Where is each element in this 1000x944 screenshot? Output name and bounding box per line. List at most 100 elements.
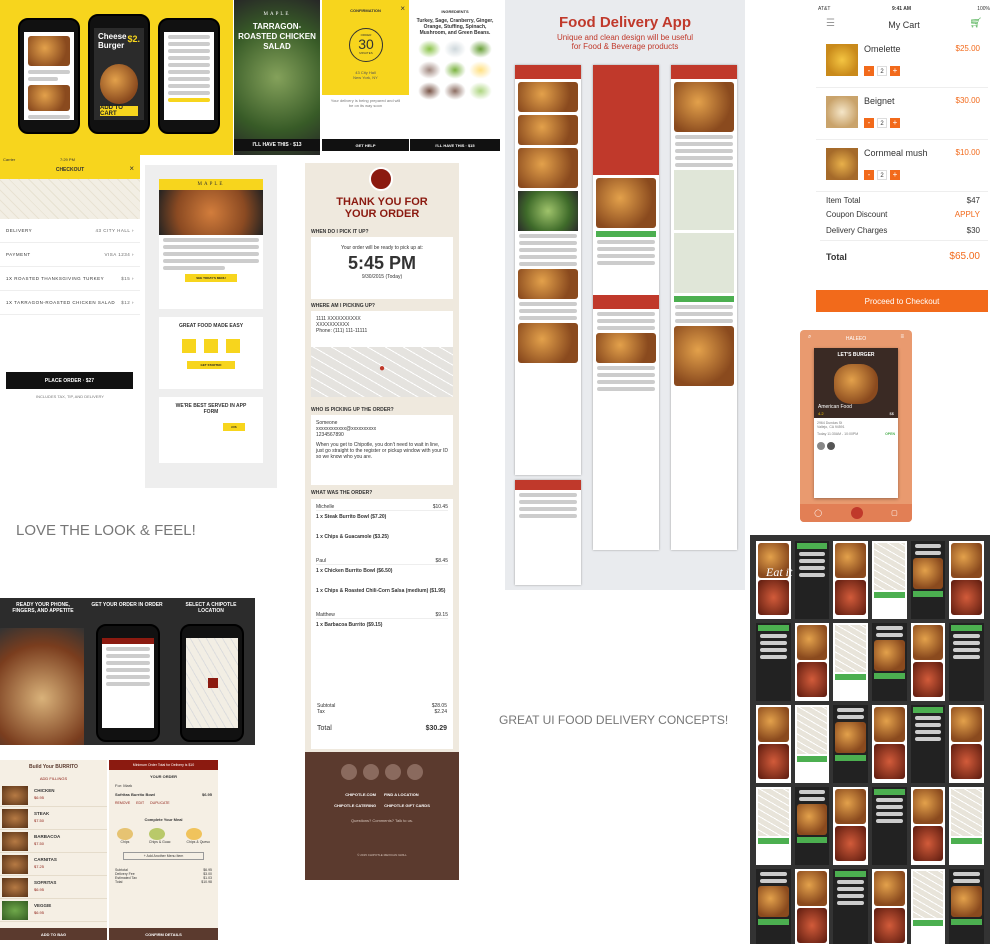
get-help-button[interactable]: GET HELP (322, 139, 409, 151)
google-plus-icon[interactable] (407, 764, 423, 780)
item-total-value: $47 (966, 196, 980, 205)
checkout-row[interactable]: PAYMENT VISA 1234 › (0, 243, 140, 267)
item-name: Cornmeal mush (864, 148, 928, 158)
promo-panel-3: SELECT A CHIPOTLE LOCATION (185, 602, 237, 614)
filling-option[interactable]: CARNITAS $7.25 (0, 853, 107, 876)
app-screen-thumbnail (756, 787, 791, 865)
order-button[interactable]: I'LL HAVE THIS · $15 (410, 139, 500, 151)
ios-button[interactable]: iOS (223, 423, 245, 431)
app-screen-thumbnail (949, 705, 984, 783)
status-battery: 100% (977, 6, 990, 12)
brand-logo: MAPLE (159, 179, 263, 190)
remove-link[interactable]: REMOVE (115, 801, 130, 805)
brand-name: HALEEO (845, 336, 867, 342)
chevron-right-icon: › (132, 300, 134, 305)
decrease-quantity-button[interactable]: - (864, 66, 874, 76)
filling-option[interactable]: BARBACOA $7.50 (0, 830, 107, 853)
place-order-button[interactable]: PLACE ORDER · $27 (6, 372, 133, 389)
twitter-icon[interactable] (363, 764, 379, 780)
footer-link[interactable]: CHIPOTLE CATERING (334, 803, 376, 808)
cart-item: Omelette $25.00 - 2 + (816, 36, 988, 88)
app-screen-thumbnail (949, 869, 984, 944)
min-order-banner: Minimum Order Total for Delivery is $10 (109, 760, 218, 770)
section-label: WHAT WAS THE ORDER? (311, 490, 373, 496)
maple-salad-tile: MAPLE TARRAGON-ROASTED CHICKEN SALAD I'L… (234, 0, 320, 155)
increase-quantity-button[interactable]: + (890, 66, 900, 76)
total-label: Total (826, 252, 847, 262)
app-screen-thumbnail (949, 787, 984, 865)
duplicate-link[interactable]: DUPLICATE (150, 801, 169, 805)
app-logo: Eat it (766, 565, 793, 579)
decrease-quantity-button[interactable]: - (864, 118, 874, 128)
checkout-row[interactable]: 1X TARRAGON-ROASTED CHICKEN SALAD $12 › (0, 291, 140, 315)
brand-logo: MAPLE (263, 12, 291, 17)
item-name: Omelette (864, 44, 901, 54)
profile-icon[interactable]: ◯ (814, 509, 822, 517)
food-delivery-tile: Food Delivery App Unique and clean desig… (505, 0, 745, 590)
ingredients-text: Turkey, Sage, Cranberry, Ginger, Orange,… (416, 18, 494, 36)
map: ● (311, 347, 453, 397)
youtube-icon[interactable] (385, 764, 401, 780)
decrease-quantity-button[interactable]: - (864, 170, 874, 180)
app-screen-thumbnail (949, 541, 984, 619)
close-icon[interactable]: × (129, 164, 134, 173)
order-button[interactable]: I'LL HAVE THIS · $13 (234, 139, 320, 151)
filling-option[interactable]: SOFRITAS $6.95 (0, 876, 107, 899)
footer-link[interactable]: FIND A LOCATION (384, 792, 419, 797)
order-person: Paul $8.45 1 x Chicken Burrito Bowl ($6.… (316, 558, 448, 594)
app-screen-thumbnail (756, 869, 791, 944)
add-to-bag-button[interactable]: ADD TO BAG (0, 928, 107, 940)
footer-link[interactable]: CHIPOTLE.COM (345, 792, 376, 797)
app-screen-thumbnail (756, 541, 791, 619)
location-icon[interactable] (850, 507, 863, 519)
avatar (827, 442, 835, 450)
increase-quantity-button[interactable]: + (890, 170, 900, 180)
increase-quantity-button[interactable]: + (890, 118, 900, 128)
coupon-apply-link[interactable]: APPLY (955, 210, 980, 219)
add-to-cart-button[interactable]: ADD TO CART (100, 105, 138, 117)
pickup-time: 5:45 PM (347, 253, 417, 273)
your-order-tile: Minimum Order Total for Delivery is $10 … (109, 760, 218, 940)
filling-option[interactable]: STEAK $7.50 (0, 807, 107, 830)
footer-link[interactable]: CHIPOTLE GIFT CARDS (384, 803, 430, 808)
app-screen-thumbnail (833, 705, 868, 783)
filling-image (2, 855, 28, 874)
phone-mockup (180, 624, 244, 742)
app-screen-thumbnail (794, 869, 830, 944)
cart-icon[interactable]: 🛒︎ (969, 18, 982, 29)
quantity-value: 2 (877, 170, 887, 180)
add-item-button[interactable]: + Add Another Menu Item (123, 852, 204, 860)
caption-love: LOVE THE LOOK & FEEL! (16, 522, 196, 539)
edit-link[interactable]: EDIT (136, 801, 144, 805)
bag-icon[interactable]: ▢ (891, 509, 898, 517)
checkout-row[interactable]: 1X ROASTED THANKSGIVING TURKEY $15 › (0, 267, 140, 291)
price-tag: $2. (127, 34, 140, 44)
status-badge: OPEN (885, 432, 895, 436)
confirm-details-button[interactable]: CONFIRM DETAILS (109, 928, 218, 940)
facebook-icon[interactable] (341, 764, 357, 780)
ingredient-item (418, 61, 441, 79)
showcase-title: Food Delivery App (559, 14, 691, 31)
receipt-title-2: YOUR ORDER (344, 208, 420, 220)
app-screen-thumbnail (794, 787, 830, 865)
get-started-button[interactable]: GET STARTED (187, 361, 235, 369)
app-screen-thumbnail (910, 705, 946, 783)
map-pin-icon: ● (379, 363, 386, 374)
checkout-tile: Carrier 7:29 PM CHECKOUT × DELIVERY 43 C… (0, 155, 140, 410)
hours: Today 11:30AM - 10:00PM (817, 432, 859, 436)
promo-panel-1: READY YOUR PHONE, FINGERS, AND APPETITE (12, 602, 74, 614)
app-screen-thumbnail (872, 787, 907, 865)
close-icon[interactable]: × (400, 4, 405, 13)
checkout-button[interactable]: Proceed to Checkout (816, 290, 988, 312)
section-title: GREAT FOOD MADE EASY (178, 323, 244, 329)
see-menu-button[interactable]: SEE TODAY'S MENU (185, 274, 237, 282)
item-name: Beignet (864, 96, 895, 106)
search-icon[interactable]: ⌕ (808, 334, 811, 341)
checkout-row[interactable]: DELIVERY 43 CITY HALL › (0, 219, 140, 243)
section-title: WE'RE BEST SERVED IN APP FORM (175, 403, 247, 415)
ingredient-item (469, 61, 492, 79)
filling-image (2, 786, 28, 805)
filling-option[interactable]: VEGGIE $6.95 (0, 899, 107, 922)
menu-icon[interactable]: ≡ (900, 334, 904, 340)
filling-option[interactable]: CHICKEN $6.95 (0, 784, 107, 807)
